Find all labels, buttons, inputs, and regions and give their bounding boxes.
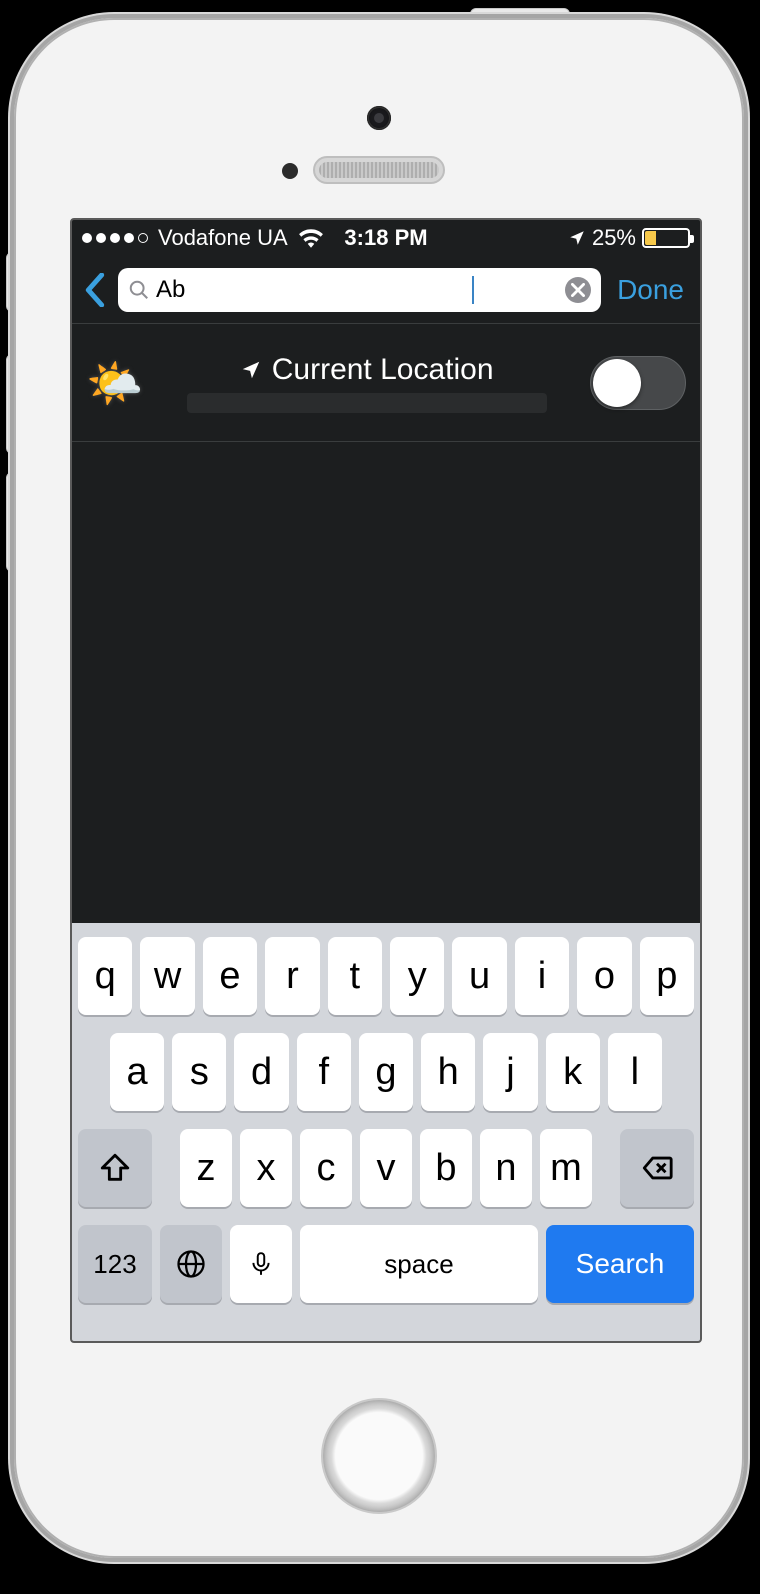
battery-icon bbox=[642, 228, 690, 248]
key-a[interactable]: a bbox=[110, 1033, 164, 1111]
done-button[interactable]: Done bbox=[611, 274, 690, 306]
search-action-key[interactable]: Search bbox=[546, 1225, 694, 1303]
key-x[interactable]: x bbox=[240, 1129, 292, 1207]
key-s[interactable]: s bbox=[172, 1033, 226, 1111]
home-button[interactable] bbox=[321, 1398, 437, 1514]
clear-text-button[interactable] bbox=[565, 277, 591, 303]
search-field[interactable] bbox=[118, 268, 601, 312]
space-key[interactable]: space bbox=[300, 1225, 538, 1303]
current-location-label: Current Location bbox=[272, 353, 494, 387]
proximity-sensor bbox=[282, 163, 298, 179]
screen: Vodafone UA 3:18 PM 25% bbox=[70, 218, 702, 1343]
key-r[interactable]: r bbox=[265, 937, 319, 1015]
front-camera bbox=[367, 106, 391, 130]
clock-label: 3:18 PM bbox=[344, 225, 427, 251]
text-cursor bbox=[472, 276, 474, 304]
earpiece-speaker bbox=[313, 156, 445, 184]
key-n[interactable]: n bbox=[480, 1129, 532, 1207]
key-i[interactable]: i bbox=[515, 937, 569, 1015]
weather-icon: 🌤️ bbox=[86, 360, 143, 406]
location-arrow-icon bbox=[240, 359, 262, 381]
key-g[interactable]: g bbox=[359, 1033, 413, 1111]
search-icon bbox=[128, 279, 150, 301]
key-b[interactable]: b bbox=[420, 1129, 472, 1207]
toggle-knob bbox=[593, 359, 641, 407]
key-j[interactable]: j bbox=[483, 1033, 537, 1111]
back-button[interactable] bbox=[82, 273, 108, 307]
globe-key[interactable] bbox=[160, 1225, 222, 1303]
search-input[interactable] bbox=[156, 276, 466, 304]
key-k[interactable]: k bbox=[546, 1033, 600, 1111]
key-y[interactable]: y bbox=[390, 937, 444, 1015]
key-z[interactable]: z bbox=[180, 1129, 232, 1207]
key-c[interactable]: c bbox=[300, 1129, 352, 1207]
on-screen-keyboard: q w e r t y u i o p a s d f g h bbox=[72, 923, 700, 1341]
key-e[interactable]: e bbox=[203, 937, 257, 1015]
key-v[interactable]: v bbox=[360, 1129, 412, 1207]
search-header: Done bbox=[72, 256, 700, 324]
numbers-key[interactable]: 123 bbox=[78, 1225, 152, 1303]
key-l[interactable]: l bbox=[608, 1033, 662, 1111]
battery-percentage-label: 25% bbox=[592, 225, 636, 251]
key-t[interactable]: t bbox=[328, 937, 382, 1015]
key-q[interactable]: q bbox=[78, 937, 132, 1015]
key-p[interactable]: p bbox=[640, 937, 694, 1015]
phone-frame: Vodafone UA 3:18 PM 25% bbox=[14, 18, 744, 1558]
key-f[interactable]: f bbox=[297, 1033, 351, 1111]
key-w[interactable]: w bbox=[140, 937, 194, 1015]
key-m[interactable]: m bbox=[540, 1129, 592, 1207]
key-d[interactable]: d bbox=[234, 1033, 288, 1111]
backspace-key[interactable] bbox=[620, 1129, 694, 1207]
key-h[interactable]: h bbox=[421, 1033, 475, 1111]
current-location-row: 🌤️ Current Location bbox=[72, 324, 700, 442]
signal-strength-icon bbox=[82, 233, 148, 243]
current-location-toggle[interactable] bbox=[590, 356, 686, 410]
key-u[interactable]: u bbox=[452, 937, 506, 1015]
carrier-label: Vodafone UA bbox=[158, 225, 288, 251]
location-services-icon bbox=[568, 229, 586, 247]
dictation-key[interactable] bbox=[230, 1225, 292, 1303]
key-o[interactable]: o bbox=[577, 937, 631, 1015]
shift-key[interactable] bbox=[78, 1129, 152, 1207]
status-bar: Vodafone UA 3:18 PM 25% bbox=[72, 220, 700, 256]
location-detail-redacted bbox=[187, 393, 547, 413]
wifi-icon bbox=[298, 228, 324, 248]
